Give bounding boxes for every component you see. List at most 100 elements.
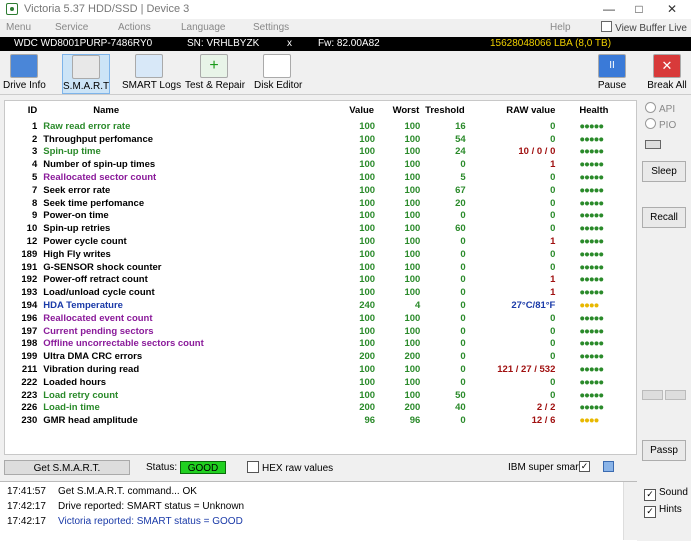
table-row[interactable]: 226 Load-in time 200 200 40 2 / 2 ●●●●● <box>5 402 636 415</box>
log-time: 17:42:17 <box>7 516 46 527</box>
table-row[interactable]: 222 Loaded hours 100 100 0 0 ●●●●● <box>5 376 636 389</box>
cell-name: Spin-up retries <box>43 223 111 235</box>
cell-value: 100 <box>359 389 376 401</box>
title-bar: Victoria 5.37 HDD/SSD | Device 3 — □ ✕ <box>0 0 691 19</box>
table-row[interactable]: 1 Raw read error rate 100 100 16 0 ●●●●● <box>5 120 636 133</box>
api-radio[interactable]: API <box>645 102 675 115</box>
cell-value: 100 <box>359 274 376 286</box>
disk-editor-button[interactable]: Disk Editor <box>254 54 303 94</box>
menu-help[interactable]: Help <box>550 22 571 33</box>
ibm-super-smart-label: IBM super smart: <box>508 462 585 473</box>
cell-name: Seek time perfomance <box>43 197 145 209</box>
table-row[interactable]: 4 Number of spin-up times 100 100 0 1 ●●●●● <box>5 158 636 171</box>
cell-health: ●●●●● <box>579 402 604 414</box>
cell-value: 100 <box>359 133 376 145</box>
cell-name: Raw read error rate <box>43 120 131 132</box>
col-threshold[interactable]: Treshold <box>420 101 465 120</box>
menu-service[interactable]: Service <box>55 22 88 33</box>
cell-raw: 0 <box>550 210 556 222</box>
table-row[interactable]: 230 GMR head amplitude 96 96 0 12 / 6 ●●●● <box>5 414 636 427</box>
ibm-super-smart-checkbox[interactable]: ✓ <box>579 461 590 472</box>
table-row[interactable]: 192 Power-off retract count 100 100 0 1 ●●●●● <box>5 274 636 287</box>
radio-icon <box>645 102 656 113</box>
table-row[interactable]: 198 Offline uncorrectable sectors count 10… <box>5 338 636 351</box>
menu-language[interactable]: Language <box>181 22 226 33</box>
cell-name: Throughput perfomance <box>43 133 154 145</box>
table-row[interactable]: 9 Power-on time 100 100 0 0 ●●●●● <box>5 210 636 223</box>
table-row[interactable]: 10 Spin-up retries 100 100 60 0 ●●●●● <box>5 222 636 235</box>
cell-threshold: 0 <box>460 159 466 171</box>
view-buffer-live-checkbox[interactable]: View Buffer Live <box>601 21 687 34</box>
cell-raw: 0 <box>550 338 556 350</box>
table-row[interactable]: 12 Power cycle count 100 100 0 1 ●●●●● <box>5 235 636 248</box>
cell-id: 222 <box>21 376 38 388</box>
table-row[interactable]: 196 Reallocated event count 100 100 0 0 ●●●●● <box>5 312 636 325</box>
cell-raw: 0 <box>550 351 556 363</box>
cell-health: ●●●●● <box>579 236 604 248</box>
minimize-button[interactable]: — <box>596 1 622 17</box>
table-row[interactable]: 2 Throughput perfomance 100 100 54 0 ●●●●● <box>5 133 636 146</box>
cell-threshold: 40 <box>455 402 466 414</box>
table-row[interactable]: 3 Spin-up time 100 100 24 10 / 0 / 0 ●●●●● <box>5 146 636 159</box>
sound-checkbox[interactable]: ✓ Sound <box>644 487 688 501</box>
cell-id: 196 <box>21 312 38 324</box>
table-row[interactable]: 194 HDA Temperature 240 4 0 27°C/81°F ●●●● <box>5 299 636 312</box>
table-row[interactable]: 7 Seek error rate 100 100 67 0 ●●●●● <box>5 184 636 197</box>
cell-value: 100 <box>359 312 376 324</box>
pause-button[interactable]: II Pause <box>596 54 628 94</box>
menu-menu[interactable]: Menu <box>6 22 31 33</box>
bottom-options: ✓ Sound ✓ Hints <box>641 484 691 540</box>
table-row[interactable]: 193 Load/unload cycle count 100 100 0 1 ●●●●● <box>5 286 636 299</box>
checkbox-icon: ✓ <box>644 506 656 518</box>
pio-radio[interactable]: PIO <box>645 118 676 131</box>
col-raw[interactable]: RAW value <box>466 101 566 120</box>
cell-id: 189 <box>21 248 38 260</box>
log-time: 17:41:57 <box>7 486 46 497</box>
drive-model[interactable]: WDC WD8001PURP-7486RY0 <box>14 38 152 49</box>
table-row[interactable]: 5 Reallocated sector count 100 100 5 0 ●●●●● <box>5 171 636 184</box>
cell-worst: 100 <box>404 389 421 401</box>
table-row[interactable]: 211 Vibration during read 100 100 0 121 / 27 … <box>5 363 636 376</box>
sleep-button[interactable]: Sleep <box>642 161 686 182</box>
hex-raw-checkbox[interactable]: HEX raw values <box>247 461 333 474</box>
cell-name: Power-off retract count <box>43 274 148 286</box>
drive-info-button[interactable]: Drive Info <box>3 54 46 94</box>
passp-button[interactable]: Passp <box>642 440 686 461</box>
col-name[interactable]: Name <box>41 101 341 120</box>
col-health[interactable]: Health <box>565 101 636 120</box>
cell-raw: 121 / 27 / 532 <box>497 364 556 376</box>
cell-threshold: 67 <box>455 184 466 196</box>
cell-worst: 100 <box>404 120 421 132</box>
cell-threshold: 60 <box>455 223 466 235</box>
col-id[interactable]: ID <box>5 101 41 120</box>
recall-button[interactable]: Recall <box>642 207 686 228</box>
break-all-button[interactable]: ✕ Break All <box>647 54 687 94</box>
table-row[interactable]: 199 Ultra DMA CRC errors 200 200 0 0 ●●●●● <box>5 350 636 363</box>
table-row[interactable]: 189 High Fly writes 100 100 0 0 ●●●●● <box>5 248 636 261</box>
hints-checkbox[interactable]: ✓ Hints <box>644 504 682 518</box>
pause-label: Pause <box>597 80 627 91</box>
cell-id: 223 <box>21 389 38 401</box>
menu-settings[interactable]: Settings <box>253 22 289 33</box>
menu-actions[interactable]: Actions <box>118 22 151 33</box>
drive-close[interactable]: x <box>287 38 292 49</box>
test-repair-button[interactable]: + Test & Repair <box>185 54 245 94</box>
close-button[interactable]: ✕ <box>659 1 685 17</box>
table-row[interactable]: 197 Current pending sectors 100 100 0 0 ●●●●● <box>5 325 636 338</box>
color-indicator[interactable] <box>603 461 614 472</box>
table-row[interactable]: 191 G-SENSOR shock counter 100 100 0 0 ●●●●● <box>5 261 636 274</box>
get-smart-button[interactable]: Get S.M.A.R.T. <box>4 460 130 475</box>
cell-name: HDA Temperature <box>43 300 123 312</box>
cell-value: 100 <box>359 338 376 350</box>
col-worst[interactable]: Worst <box>375 101 420 120</box>
cell-health: ●●●●● <box>579 312 604 324</box>
table-row[interactable]: 8 Seek time perfomance 100 100 20 0 ●●●●● <box>5 197 636 210</box>
maximize-button[interactable]: □ <box>626 1 652 17</box>
col-value[interactable]: Value <box>341 101 375 120</box>
cell-id: 211 <box>21 364 38 376</box>
smart-button[interactable]: S.M.A.R.T <box>62 54 110 94</box>
disk-editor-label: Disk Editor <box>254 80 303 91</box>
log-scrollbar[interactable] <box>623 482 637 540</box>
table-row[interactable]: 223 Load retry count 100 100 50 0 ●●●●● <box>5 389 636 402</box>
smart-logs-button[interactable]: SMART Logs <box>122 54 181 94</box>
